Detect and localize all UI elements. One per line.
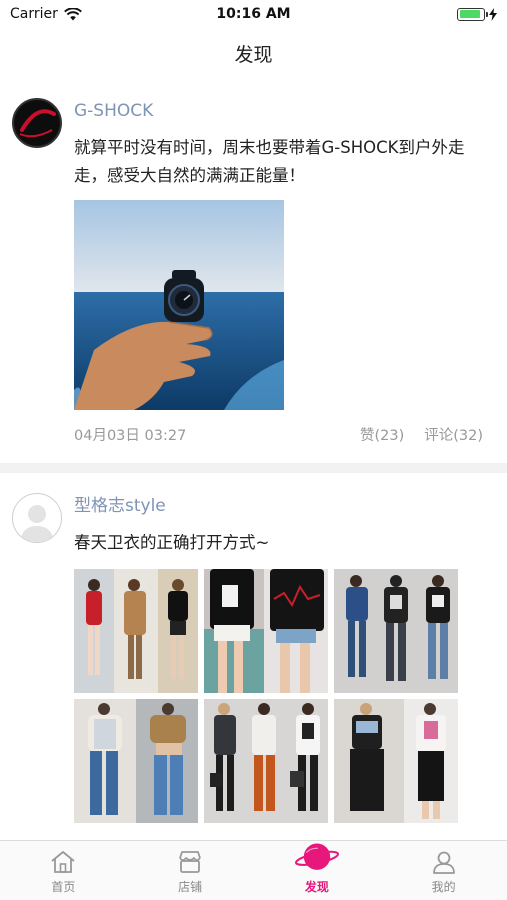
photo-grid — [74, 569, 483, 823]
post-author[interactable]: 型格志style — [74, 495, 483, 517]
page-title: 发现 — [234, 43, 273, 66]
home-icon — [51, 851, 75, 873]
battery-icon — [457, 7, 488, 21]
feed-post[interactable]: G-SHOCK 就算平时没有时间，周末也要带着G-SHOCK到户外走走，感受大自… — [0, 78, 507, 463]
grid-photo[interactable] — [334, 699, 458, 823]
grid-photo[interactable] — [204, 569, 328, 693]
charging-icon — [489, 7, 497, 21]
tab-label: 首页 — [51, 880, 76, 894]
tab-home[interactable]: 首页 — [0, 841, 127, 900]
tab-bar: 首页 店铺 发现 我的 — [0, 840, 507, 900]
post-date: 04月03日 03:27 — [74, 428, 187, 444]
tab-label: 店铺 — [178, 880, 203, 894]
avatar[interactable] — [12, 98, 62, 148]
tab-store[interactable]: 店铺 — [127, 841, 254, 900]
like-button[interactable]: 赞(23) — [360, 424, 404, 445]
status-bar: Carrier 10:16 AM — [0, 0, 507, 28]
comment-button[interactable]: 评论(32) — [424, 424, 483, 445]
post-content: 就算平时没有时间，周末也要带着G-SHOCK到户外走走，感受大自然的满满正能量！ — [74, 138, 465, 185]
avatar[interactable] — [12, 493, 62, 543]
profile-icon — [432, 851, 455, 874]
tab-label: 我的 — [431, 880, 456, 894]
gshock-logo — [15, 101, 59, 145]
grid-photo[interactable] — [74, 699, 198, 823]
post-photo[interactable] — [74, 200, 284, 410]
carrier-label: Carrier — [10, 6, 58, 22]
tab-label: 发现 — [304, 880, 329, 894]
grid-photo[interactable] — [74, 569, 198, 693]
default-avatar-icon — [20, 505, 54, 542]
tab-profile[interactable]: 我的 — [380, 841, 507, 900]
discover-feed[interactable]: G-SHOCK 就算平时没有时间，周末也要带着G-SHOCK到户外走走，感受大自… — [0, 78, 507, 840]
feed-post[interactable]: 型格志style 春天卫衣的正确打开方式~ — [0, 463, 507, 823]
wifi-icon — [64, 7, 82, 20]
planet-icon — [294, 843, 339, 870]
store-icon — [179, 851, 201, 873]
grid-photo[interactable] — [334, 569, 458, 693]
tab-discover[interactable]: 发现 — [254, 841, 381, 900]
grid-photo[interactable] — [204, 699, 328, 823]
post-author[interactable]: G-SHOCK — [74, 100, 483, 122]
navigation-bar: 发现 — [0, 28, 507, 78]
post-content: 春天卫衣的正确打开方式~ — [74, 533, 270, 552]
